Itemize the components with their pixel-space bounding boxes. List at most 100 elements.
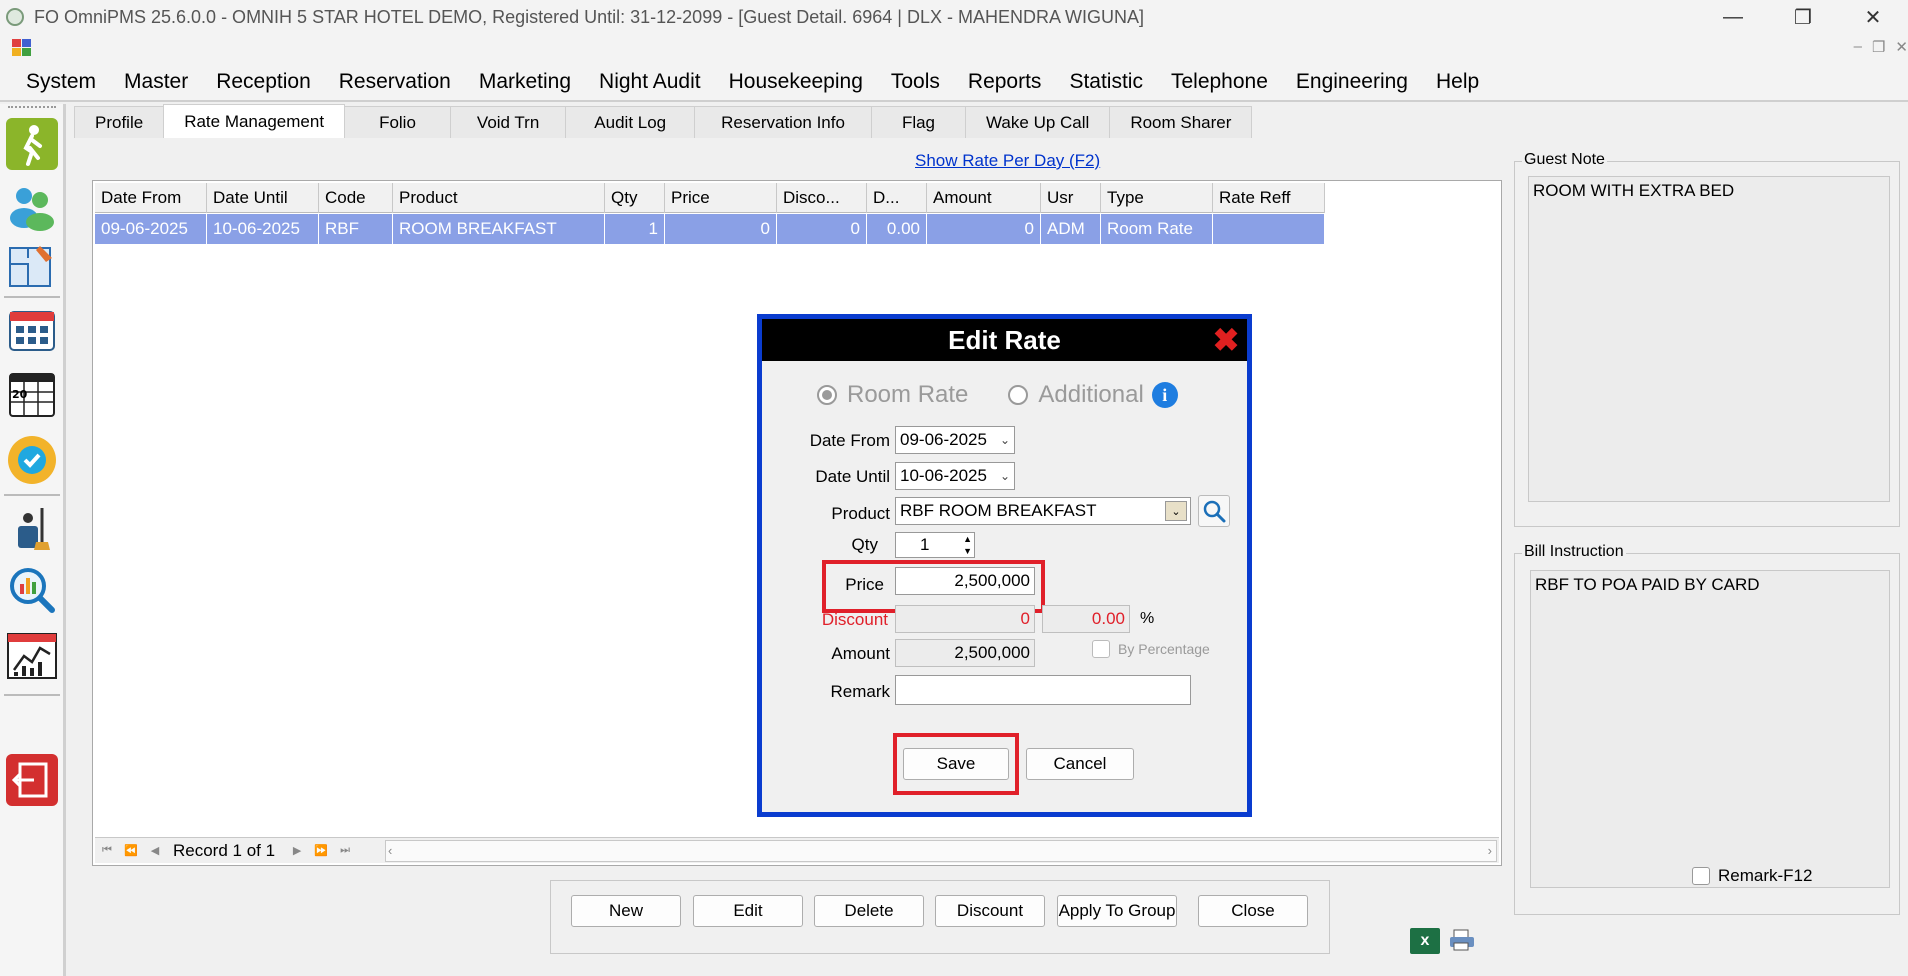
bill-instruction-text[interactable]: RBF TO POA PAID BY CARD: [1530, 570, 1890, 888]
col-user[interactable]: Usr: [1041, 183, 1101, 213]
col-product[interactable]: Product: [393, 183, 605, 213]
search-icon[interactable]: [1198, 495, 1230, 527]
analytics-search-icon[interactable]: [6, 564, 58, 616]
guests-icon[interactable]: [6, 180, 58, 232]
radio-room-rate[interactable]: [817, 385, 837, 405]
show-rate-per-day-link[interactable]: Show Rate Per Day (F2): [915, 151, 1100, 171]
remark-input[interactable]: [895, 675, 1191, 705]
menu-statistic[interactable]: Statistic: [1055, 70, 1157, 94]
col-date-from[interactable]: Date From: [95, 183, 207, 213]
cell-date-until: 10-06-2025: [207, 214, 319, 244]
minimize-button[interactable]: —: [1698, 0, 1768, 34]
col-amount[interactable]: Amount: [927, 183, 1041, 213]
menu-reception[interactable]: Reception: [202, 70, 325, 94]
col-code[interactable]: Code: [319, 183, 393, 213]
qty-down-icon[interactable]: ▼: [963, 546, 972, 556]
new-button[interactable]: New: [571, 895, 681, 927]
col-date-until[interactable]: Date Until: [207, 183, 319, 213]
menu-housekeeping[interactable]: Housekeeping: [715, 70, 877, 94]
rate-type-radio-group: Room Rate Additional i: [817, 381, 1178, 409]
print-icon[interactable]: [1448, 928, 1476, 952]
maximize-button[interactable]: ❐: [1768, 0, 1838, 34]
menu-help[interactable]: Help: [1422, 70, 1493, 94]
by-percentage-checkbox[interactable]: [1092, 640, 1110, 658]
mdi-minimize-icon[interactable]: –: [1854, 38, 1862, 56]
discount-button[interactable]: Discount: [935, 895, 1045, 927]
close-window-button[interactable]: ✕: [1838, 0, 1908, 34]
table-row[interactable]: 09-06-2025 10-06-2025 RBF ROOM BREAKFAST…: [95, 214, 1325, 244]
housekeeping-icon[interactable]: [6, 502, 58, 554]
info-icon[interactable]: i: [1151, 382, 1178, 408]
exit-icon[interactable]: [6, 754, 58, 806]
floor-plan-icon[interactable]: [6, 240, 58, 292]
menu-night-audit[interactable]: Night Audit: [585, 70, 715, 94]
col-price[interactable]: Price: [665, 183, 777, 213]
save-button[interactable]: Save: [903, 748, 1009, 780]
tab-folio[interactable]: Folio: [344, 106, 451, 138]
mdi-controls: – ❐ ✕: [1854, 38, 1908, 56]
discount-percent-input[interactable]: 0.00: [1042, 605, 1130, 633]
remark-f12-toggle[interactable]: Remark-F12: [1686, 866, 1819, 886]
menu-tools[interactable]: Tools: [877, 70, 954, 94]
dialog-close-icon[interactable]: ✖: [1211, 324, 1241, 356]
col-qty[interactable]: Qty: [605, 183, 665, 213]
col-type[interactable]: Type: [1101, 183, 1213, 213]
mdi-close-icon[interactable]: ✕: [1895, 38, 1908, 56]
remark-f12-checkbox[interactable]: [1692, 867, 1710, 885]
menu-reports[interactable]: Reports: [954, 70, 1056, 94]
guest-note-text[interactable]: ROOM WITH EXTRA BED: [1528, 176, 1890, 502]
export-excel-icon[interactable]: x: [1410, 928, 1440, 954]
statistics-chart-icon[interactable]: [6, 630, 58, 682]
chevron-down-icon[interactable]: ⌄: [1000, 433, 1010, 447]
menu-marketing[interactable]: Marketing: [465, 70, 585, 94]
tab-audit-log[interactable]: Audit Log: [565, 106, 696, 138]
menu-reservation[interactable]: Reservation: [325, 70, 465, 94]
menu-master[interactable]: Master: [110, 70, 202, 94]
menu-engineering[interactable]: Engineering: [1282, 70, 1422, 94]
tab-room-sharer[interactable]: Room Sharer: [1109, 106, 1253, 138]
cancel-button[interactable]: Cancel: [1026, 748, 1134, 780]
tab-rate-management[interactable]: Rate Management: [163, 104, 346, 138]
col-discount-pct[interactable]: D...: [867, 183, 927, 213]
menu-telephone[interactable]: Telephone: [1157, 70, 1282, 94]
discount-input[interactable]: 0: [895, 605, 1035, 633]
walk-in-icon[interactable]: [6, 118, 58, 170]
by-percentage-toggle[interactable]: By Percentage: [1092, 640, 1210, 658]
qty-up-icon[interactable]: ▲: [963, 534, 972, 544]
window-title: FO OmniPMS 25.6.0.0 - OMNIH 5 STAR HOTEL…: [34, 6, 1145, 27]
date-until-field[interactable]: 10-06-2025 ⌄: [895, 462, 1015, 490]
product-dropdown-icon[interactable]: ⌄: [1165, 501, 1187, 521]
first-record-icon[interactable]: ⏮: [95, 841, 119, 861]
date-from-field[interactable]: 09-06-2025 ⌄: [895, 426, 1015, 454]
col-rate-reff[interactable]: Rate Reff: [1213, 183, 1325, 213]
tab-void-trn[interactable]: Void Trn: [449, 106, 567, 138]
chevron-down-icon[interactable]: ⌄: [1000, 469, 1010, 483]
radio-additional[interactable]: [1008, 385, 1029, 405]
delete-button[interactable]: Delete: [814, 895, 924, 927]
product-field[interactable]: RBF ROOM BREAKFAST ⌄: [895, 497, 1191, 525]
scroll-right-icon[interactable]: ›: [1488, 843, 1492, 858]
price-input[interactable]: 2,500,000: [895, 567, 1035, 595]
last-record-icon[interactable]: ⏭: [333, 841, 357, 861]
mdi-restore-icon[interactable]: ❐: [1872, 38, 1885, 56]
edit-button[interactable]: Edit: [693, 895, 803, 927]
apply-to-group-button[interactable]: Apply To Group: [1057, 895, 1177, 927]
availability-icon[interactable]: [6, 434, 58, 486]
next-page-icon[interactable]: ⏩: [309, 841, 333, 861]
tab-wake-up-call[interactable]: Wake Up Call: [965, 106, 1111, 138]
tab-reservation-info[interactable]: Reservation Info: [694, 106, 872, 138]
qty-stepper[interactable]: 1 ▲ ▼: [895, 532, 975, 558]
menu-system[interactable]: System: [12, 70, 110, 94]
tab-flag[interactable]: Flag: [870, 106, 967, 138]
scroll-left-icon[interactable]: ‹: [388, 843, 392, 858]
tab-profile[interactable]: Profile: [74, 106, 165, 138]
calendar-year-icon[interactable]: 20: [6, 368, 58, 420]
prev-page-icon[interactable]: ⏪: [119, 841, 143, 861]
horizontal-scrollbar[interactable]: ‹ ›: [385, 840, 1497, 862]
close-button[interactable]: Close: [1198, 895, 1308, 927]
col-discount[interactable]: Disco...: [777, 183, 867, 213]
next-record-icon[interactable]: ▶: [285, 841, 309, 861]
cell-date-from: 09-06-2025: [95, 214, 207, 244]
calendar-schedule-icon[interactable]: [6, 304, 58, 356]
prev-record-icon[interactable]: ◀: [143, 841, 167, 861]
